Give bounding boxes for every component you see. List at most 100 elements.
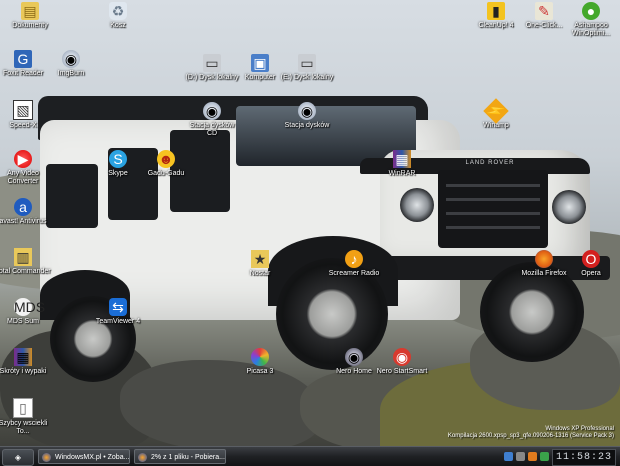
taskbar-task-label: 2% z 1 pliku - Pobiera... — [151, 454, 225, 461]
firefox-icon — [535, 250, 553, 268]
mds-icon: MDS — [14, 298, 46, 316]
desktop-icon-label: Nostar — [249, 270, 271, 277]
desktop-icon-label: Stacja dysków CD — [189, 122, 235, 137]
one-click-icon: ✎ — [535, 2, 553, 20]
desktop-icon-label: Picasa 3 — [246, 368, 274, 375]
desktop-icon-label: TeamViewer 4 — [95, 318, 141, 325]
desktop-icon-label: Skróty i wypaki — [0, 368, 47, 375]
desktop-icon-speed-x[interactable]: ▧ Speed-X — [0, 100, 51, 130]
komputer-icon: ▣ — [251, 54, 269, 72]
vehicle-brand-text: LAND ROVER — [465, 160, 515, 166]
ashampoo-icon: ● — [582, 2, 600, 20]
stacja-1-icon: ◉ — [203, 102, 221, 120]
desktop-icon-gadu[interactable]: ☻ Gadu-Gadu — [138, 150, 194, 178]
dokumenty-icon: ▤ — [21, 2, 39, 20]
start-button[interactable]: ◈ — [2, 449, 34, 466]
winrar-icon: ▦ — [393, 150, 411, 168]
desktop-icon-dokumenty[interactable]: ▤ Dokumenty — [2, 2, 58, 30]
network-icon[interactable] — [504, 452, 513, 461]
desktop-icon-label: Nero StartSmart — [376, 368, 428, 375]
skype-icon: S — [109, 150, 127, 168]
volume-icon[interactable] — [516, 452, 525, 461]
desktop-icon-label: Screamer Radio — [328, 270, 380, 277]
desktop-icon-szybcy[interactable]: ▯ Szybcy wsciekli To... — [0, 398, 51, 436]
antivirus-icon[interactable] — [528, 452, 537, 461]
desktop-icon-skroty[interactable]: ▦ Skróty i wypaki — [0, 348, 51, 376]
system-tray: 11:58:23 — [500, 448, 620, 466]
taskbar-task-button[interactable]: 2% z 1 pliku - Pobiera... — [134, 449, 226, 464]
desktop-icon-winrar[interactable]: ▦ WinRAR — [374, 150, 430, 178]
nero-home-icon: ◉ — [345, 348, 363, 366]
cleanup-icon: ▮ — [487, 2, 505, 20]
desktop-icon-label: Dokumenty — [12, 22, 48, 29]
desktop-icon-mds[interactable]: MDS MDS Sum — [0, 298, 51, 326]
desktop-icon-label: Speed-X — [9, 122, 37, 129]
tc-icon: ▥ — [14, 248, 32, 266]
desktop-icon-label: Any Video Converter — [7, 170, 39, 185]
desktop-icon-ashampoo[interactable]: ● Ashampoo WinOptimi... — [563, 2, 619, 38]
grille-bar — [446, 184, 540, 187]
desktop-icon-label: avast! Antivirus — [0, 218, 47, 225]
taskbar-task-label: WindowsMX.pl • Zoba... — [55, 454, 130, 461]
nero-start-icon: ◉ — [393, 348, 411, 366]
picasa-icon — [251, 348, 269, 366]
desktop-icon-label: Opera — [581, 270, 601, 277]
gadu-icon: ☻ — [157, 150, 175, 168]
desktop-icon-picasa[interactable]: Picasa 3 — [232, 348, 288, 376]
desktop: LAND ROVER ▤ Dokumenty ♻ Kosz G Foxit Reader ◉… — [0, 0, 620, 446]
desktop-icon-kosz[interactable]: ♻ Kosz — [90, 2, 146, 30]
os-version-watermark: Windows XP Professional Kompilacja 2600.… — [448, 426, 614, 440]
firefox-icon — [138, 453, 147, 462]
desktop-icon-label: (E:) Dysk lokalny — [280, 74, 334, 81]
desktop-icon-winamp[interactable]: ⚡ Winamp — [468, 98, 524, 130]
messenger-icon[interactable] — [540, 452, 549, 461]
taskbar-task-button[interactable]: WindowsMX.pl • Zoba... — [38, 449, 130, 464]
opera-icon: O — [582, 250, 600, 268]
desktop-icon-label: WinRAR — [388, 170, 416, 177]
desktop-icon-nero-start[interactable]: ◉ Nero StartSmart — [374, 348, 430, 376]
imgburn-icon: ◉ — [62, 50, 80, 68]
szybcy-icon: ▯ — [13, 398, 33, 418]
desktop-icon-stacja-2[interactable]: ◉ Stacja dysków — [279, 102, 335, 130]
desktop-icon-label: Szybcy wsciekli To... — [0, 420, 48, 435]
desktop-icon-tc[interactable]: ▥ Total Commander — [0, 248, 51, 276]
speed-x-icon: ▧ — [13, 100, 33, 120]
grille-bar — [446, 212, 540, 215]
desktop-icon-avast[interactable]: a avast! Antivirus — [0, 198, 51, 226]
taskbar-clock[interactable]: 11:58:23 — [552, 449, 616, 466]
desktop-icon-label: ImgBurn — [57, 70, 85, 77]
os-build-line: Kompilacja 2600.xpsp_sp3_qfe.090206-1316… — [447, 433, 614, 439]
dysk-d-icon: ▭ — [203, 54, 221, 72]
nostar-icon: ★ — [251, 250, 269, 268]
desktop-icon-teamviewer[interactable]: ⇆ TeamViewer 4 — [90, 298, 146, 326]
desktop-icon-opera[interactable]: O Opera — [563, 250, 619, 278]
stacja-2-icon: ◉ — [298, 102, 316, 120]
desktop-icon-label: Ashampoo WinOptimi... — [571, 22, 611, 37]
teamviewer-icon: ⇆ — [109, 298, 127, 316]
os-version-line: Windows XP Professional — [545, 426, 614, 432]
vehicle-grille — [438, 170, 548, 248]
any-video-icon: ▶ — [14, 150, 32, 168]
foxit-icon: G — [14, 50, 32, 68]
kosz-icon: ♻ — [109, 2, 127, 20]
desktop-icon-imgburn[interactable]: ◉ ImgBurn — [43, 50, 99, 78]
desktop-icon-screamer[interactable]: ♪ Screamer Radio — [326, 250, 382, 278]
desktop-icon-dysk-e[interactable]: ▭ (E:) Dysk lokalny — [279, 54, 335, 82]
taskbar: ◈ WindowsMX.pl • Zoba... 2% z 1 pliku - P… — [0, 446, 620, 466]
screamer-icon: ♪ — [345, 250, 363, 268]
skroty-icon: ▦ — [14, 348, 32, 366]
firefox-icon — [42, 453, 51, 462]
avast-icon: a — [14, 198, 32, 216]
desktop-icon-stacja-1[interactable]: ◉ Stacja dysków CD — [184, 102, 240, 138]
desktop-icon-any-video[interactable]: ▶ Any Video Converter — [0, 150, 51, 186]
vehicle-headlamp — [400, 188, 434, 222]
grille-bar — [446, 198, 540, 201]
desktop-icon-label: Gadu-Gadu — [147, 170, 185, 177]
rock — [120, 360, 320, 446]
dysk-e-icon: ▭ — [298, 54, 316, 72]
desktop-icon-nostar[interactable]: ★ Nostar — [232, 250, 288, 278]
desktop-icon-label: Kosz — [110, 22, 126, 29]
winamp-icon: ⚡ — [483, 98, 509, 124]
desktop-icon-label: Total Commander — [0, 268, 51, 275]
grille-bar — [446, 226, 540, 229]
